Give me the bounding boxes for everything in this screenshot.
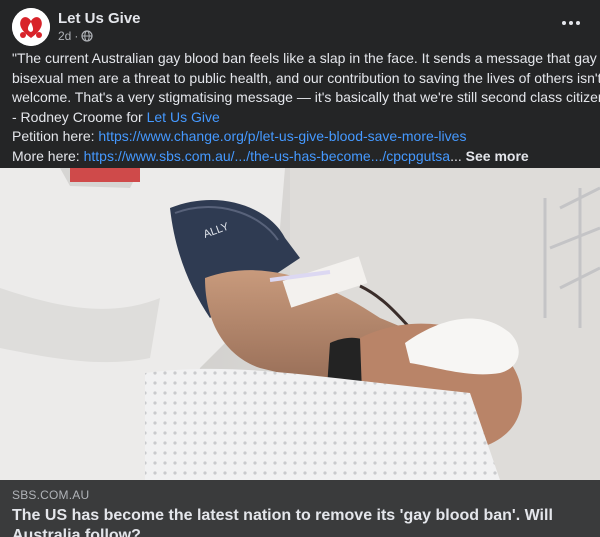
- article-image[interactable]: ALLY: [0, 168, 600, 480]
- post-header: Let Us Give 2d ·: [12, 8, 588, 48]
- post-text-line: welcome. That's a very stigmatising mess…: [12, 89, 600, 106]
- more-options-button[interactable]: [560, 12, 582, 34]
- page-name[interactable]: Let Us Give: [58, 10, 141, 27]
- globe-icon: [81, 30, 93, 42]
- link-domain: SBS.COM.AU: [12, 488, 90, 502]
- see-more-button[interactable]: See more: [466, 148, 529, 164]
- petition-line: Petition here: https://www.change.org/p/…: [12, 127, 592, 147]
- post-time[interactable]: 2d: [58, 29, 71, 43]
- facebook-post: Let Us Give 2d · "The current Australian…: [0, 0, 600, 537]
- meta-separator: ·: [74, 29, 79, 43]
- more-horizontal-icon: [562, 21, 580, 25]
- post-meta: 2d ·: [58, 29, 93, 43]
- attribution-line: - Rodney Croome for Let Us Give: [12, 108, 592, 128]
- post-text: "The current Australian gay blood ban fe…: [12, 49, 600, 167]
- blood-donation-photo: ALLY: [0, 168, 600, 480]
- post-text-line: "The current Australian gay blood ban fe…: [12, 50, 600, 66]
- heart-blood-drop-logo-icon: [12, 8, 50, 46]
- link-headline[interactable]: The US has become the latest nation to r…: [12, 506, 588, 537]
- petition-link[interactable]: https://www.change.org/p/let-us-give-blo…: [98, 128, 466, 144]
- link-preview[interactable]: SBS.COM.AU The US has become the latest …: [0, 480, 600, 537]
- ellipsis: ...: [450, 147, 462, 164]
- attribution-link[interactable]: Let Us Give: [147, 109, 220, 125]
- more-label: More here:: [12, 147, 84, 164]
- attribution-prefix: - Rodney Croome for: [12, 108, 147, 125]
- more-line: More here: https://www.sbs.com.au/.../th…: [12, 147, 592, 167]
- petition-label: Petition here:: [12, 128, 99, 145]
- post-text-line: bisexual men are a threat to public heal…: [12, 69, 600, 86]
- page-avatar[interactable]: [12, 8, 50, 46]
- article-link[interactable]: https://www.sbs.com.au/.../the-us-has-be…: [84, 148, 451, 164]
